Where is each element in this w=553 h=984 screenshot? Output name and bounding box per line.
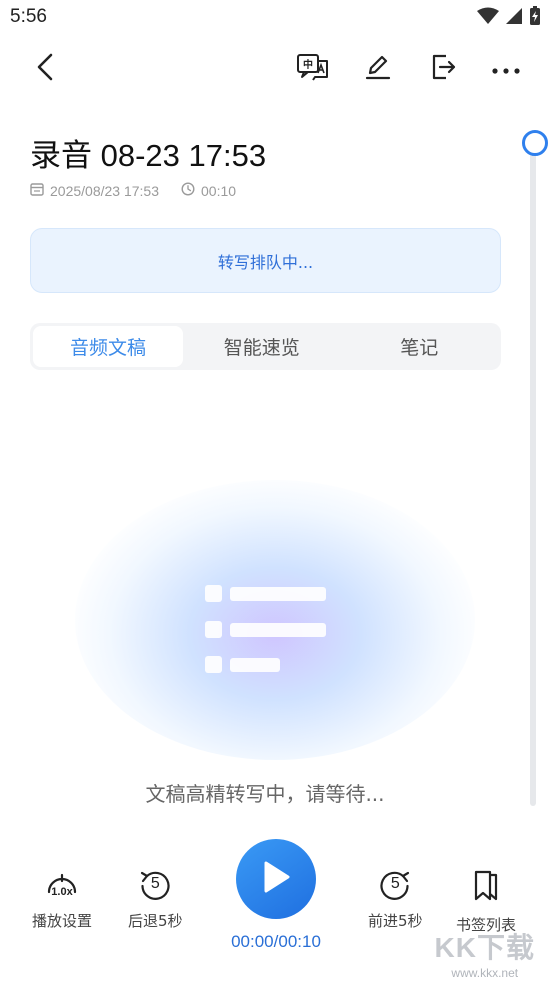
watermark-logo-text: KK下载 bbox=[434, 932, 535, 963]
play-icon bbox=[261, 860, 291, 898]
wifi-icon bbox=[477, 7, 499, 29]
playback-speed-value: 1.0x bbox=[51, 886, 73, 898]
more-horizontal-icon bbox=[491, 60, 521, 79]
translate-icon: 中 bbox=[296, 52, 330, 86]
forward-seconds-value: 5 bbox=[390, 875, 400, 892]
rewind-icon: 5 bbox=[138, 868, 172, 902]
status-bar: 5:56 bbox=[0, 0, 553, 38]
transcript-status-text: 文稿高精转写中，请等待... bbox=[145, 782, 385, 806]
clock-icon bbox=[181, 182, 195, 199]
recording-date-text: 2025/08/23 17:53 bbox=[50, 182, 159, 199]
tab-smart-overview[interactable]: 智能速览 bbox=[183, 326, 341, 367]
status-icons bbox=[477, 6, 541, 30]
calendar-icon bbox=[30, 182, 44, 199]
forward-label: 前进5秒 bbox=[368, 912, 423, 930]
queue-status-text: 转写排队中... bbox=[217, 252, 314, 272]
content-tabs: 音频文稿 智能速览 笔记 bbox=[30, 323, 501, 370]
scrollbar-thumb[interactable] bbox=[522, 130, 548, 156]
fast-forward-icon: 5 bbox=[378, 868, 412, 902]
more-options-button[interactable] bbox=[483, 46, 529, 92]
playback-settings-label: 播放设置 bbox=[32, 912, 93, 930]
top-toolbar: 中 bbox=[0, 46, 553, 92]
playback-settings-button[interactable]: 1.0x 播放设置 bbox=[32, 868, 92, 931]
watermark-url: www.kkx.net bbox=[451, 966, 519, 980]
scrollbar-track[interactable] bbox=[530, 140, 536, 806]
export-button[interactable] bbox=[420, 46, 466, 92]
chevron-left-icon bbox=[35, 52, 55, 86]
transcription-queue-banner: 转写排队中... bbox=[30, 228, 501, 293]
translate-button[interactable]: 中 bbox=[290, 46, 336, 92]
document-list-icon bbox=[205, 585, 327, 677]
recording-meta: 2025/08/23 17:53 00:10 bbox=[30, 182, 258, 199]
tab-audio-transcript[interactable]: 音频文稿 bbox=[33, 326, 183, 367]
forward-5s-button[interactable]: 5 前进5秒 bbox=[368, 868, 423, 931]
rewind-5s-button[interactable]: 5 后退5秒 bbox=[128, 868, 183, 931]
export-icon bbox=[428, 52, 458, 86]
speedometer-icon: 1.0x bbox=[46, 868, 78, 902]
rewind-seconds-value: 5 bbox=[150, 875, 160, 892]
playback-time: 00:00/00:10 bbox=[231, 932, 321, 951]
battery-charging-icon bbox=[529, 6, 541, 30]
cellular-signal-icon bbox=[505, 7, 523, 29]
bookmark-list-button[interactable]: 书签列表 bbox=[456, 868, 516, 935]
back-button[interactable] bbox=[22, 46, 68, 92]
recording-date: 2025/08/23 17:53 bbox=[30, 182, 159, 199]
svg-text:中: 中 bbox=[303, 58, 313, 71]
play-button[interactable] bbox=[236, 839, 316, 919]
recording-duration: 00:10 bbox=[181, 182, 236, 199]
recording-title: 录音 08-23 17:53 bbox=[30, 138, 267, 173]
bookmark-icon bbox=[470, 868, 502, 906]
transcribing-illustration bbox=[75, 480, 475, 760]
tab-notes[interactable]: 笔记 bbox=[341, 326, 499, 367]
rewind-label: 后退5秒 bbox=[128, 912, 183, 930]
status-time: 5:56 bbox=[10, 6, 47, 27]
edit-button[interactable] bbox=[355, 46, 401, 92]
recording-duration-text: 00:10 bbox=[201, 182, 237, 199]
pencil-icon bbox=[363, 52, 393, 86]
watermark-logo: KK下载 www.kkx.net bbox=[435, 926, 535, 980]
